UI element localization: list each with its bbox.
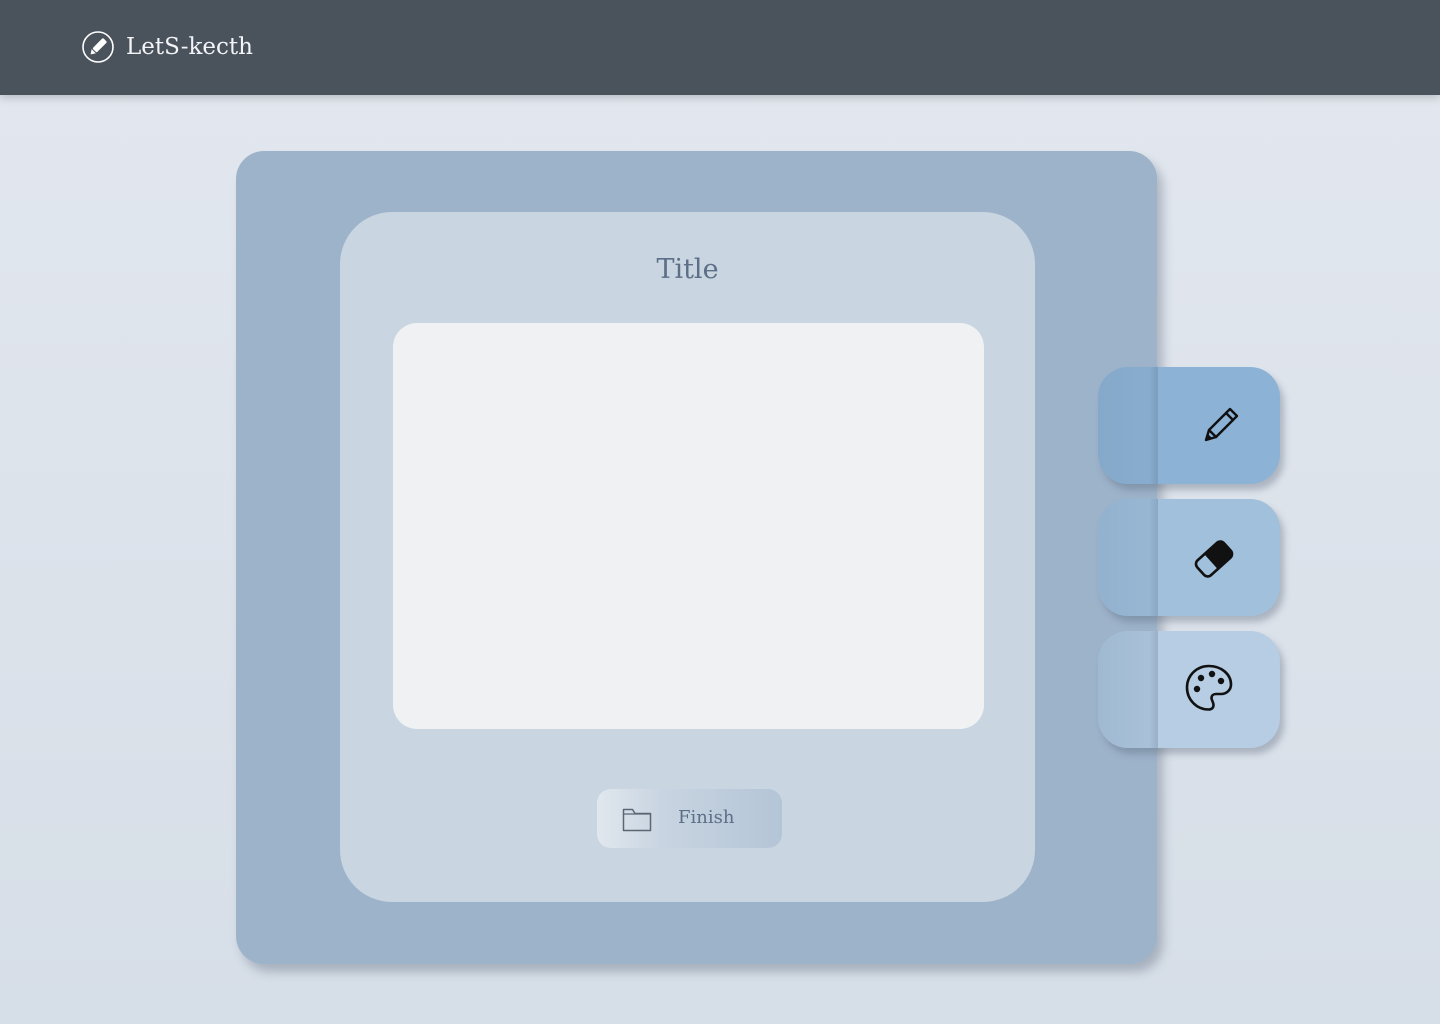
eraser-tool-button[interactable] — [1098, 499, 1280, 616]
folder-icon — [622, 808, 652, 832]
top-bar: LetS-kecth — [0, 0, 1440, 95]
palette-tool-button[interactable] — [1098, 631, 1280, 748]
finish-label: Finish — [678, 807, 735, 828]
pencil-circle-icon[interactable] — [82, 31, 114, 63]
palette-icon — [1185, 664, 1233, 711]
eraser-icon — [1194, 540, 1234, 578]
finish-button[interactable]: Finish — [597, 789, 782, 848]
drawing-canvas[interactable] — [393, 323, 984, 729]
sketch-title[interactable]: Title — [340, 250, 1035, 290]
pencil-icon — [1204, 407, 1239, 442]
pencil-tool-button[interactable] — [1098, 367, 1280, 484]
app-title[interactable]: LetS-kecth — [126, 30, 253, 64]
